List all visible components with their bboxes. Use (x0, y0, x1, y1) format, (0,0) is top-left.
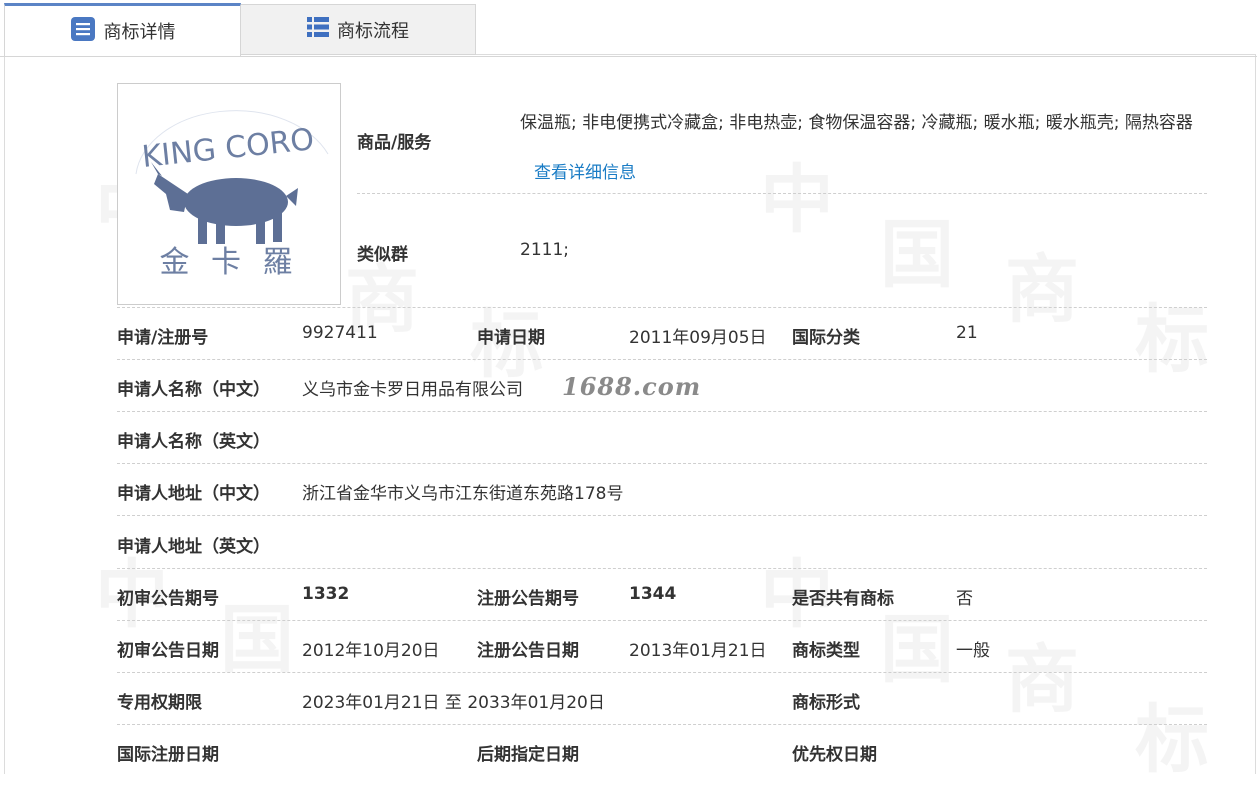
intl-reg-date-label: 国际注册日期 (117, 745, 219, 765)
reg-ann-date-value: 2013年01月21日 (629, 641, 767, 661)
apply-date-label: 申请日期 (477, 328, 545, 348)
shared-label: 是否共有商标 (792, 589, 894, 609)
row-divider (117, 620, 1207, 621)
goods-services-label: 商品/服务 (357, 133, 432, 153)
reg-ann-no-label: 注册公告期号 (477, 589, 579, 609)
tab-trademark-details[interactable]: 商标详情 (4, 3, 241, 56)
view-details-link[interactable]: 查看详细信息 (534, 163, 636, 183)
row-divider (117, 515, 1207, 516)
exclusive-period-label: 专用权期限 (117, 693, 202, 713)
apply-date-value: 2011年09月05日 (629, 328, 767, 348)
applicant-cn-value: 义乌市金卡罗日用品有限公司 (302, 380, 523, 400)
site-watermark: 1688.com (562, 372, 702, 401)
prelim-date-label: 初审公告日期 (117, 641, 219, 661)
tm-form-label: 商标形式 (792, 693, 860, 713)
goods-list: 保温瓶; 非电便携式冷藏盒; 非电热壶; 食物保温容器; 冷藏瓶; 暖水瓶; 暖… (520, 113, 1193, 133)
reg-ann-no-value: 1344 (629, 584, 677, 604)
address-en-label: 申请人地址（英文） (117, 537, 270, 557)
applicant-en-label: 申请人名称（英文） (117, 432, 270, 452)
tab-trademark-process[interactable]: 商标流程 (241, 4, 476, 55)
reg-no-label: 申请/注册号 (117, 328, 209, 348)
intl-class-label: 国际分类 (792, 328, 860, 348)
reg-no-value: 9927411 (302, 323, 378, 343)
applicant-cn-label: 申请人名称（中文） (117, 380, 270, 400)
logo-text-bottom: 金 卡 羅 (159, 245, 298, 280)
goods-services-value: 保温瓶; 非电便携式冷藏盒; 非电热壶; 食物保温容器; 冷藏瓶; 暖水瓶; 暖… (520, 98, 1210, 198)
reg-ann-date-label: 注册公告日期 (477, 641, 579, 661)
row-divider (357, 193, 1207, 194)
later-date-label: 后期指定日期 (477, 745, 579, 765)
similar-group-value: 2111; (520, 240, 569, 260)
row-divider (117, 359, 1207, 360)
tab-label: 商标详情 (103, 22, 176, 43)
priority-date-label: 优先权日期 (792, 745, 877, 765)
row-divider (117, 411, 1207, 412)
prelim-date-value: 2012年10月20日 (302, 641, 440, 661)
row-divider (117, 568, 1207, 569)
exclusive-period-value: 2023年01月21日 至 2033年01月20日 (302, 693, 605, 713)
address-cn-value: 浙江省金华市义乌市江东街道东苑路178号 (302, 484, 624, 504)
tm-type-value: 一般 (956, 641, 990, 661)
row-divider (117, 672, 1207, 673)
trademark-logo-image: KING CORO 金 卡 羅 (117, 83, 341, 305)
prelim-no-label: 初审公告期号 (117, 589, 219, 609)
shared-value: 否 (956, 589, 973, 609)
table-grid-icon (307, 17, 329, 42)
similar-group-label: 类似群 (357, 245, 408, 265)
tm-type-label: 商标类型 (792, 641, 860, 661)
row-divider (117, 463, 1207, 464)
tab-bar: 商标详情 商标流程 (0, 0, 1257, 57)
intl-class-value: 21 (956, 323, 978, 343)
address-cn-label: 申请人地址（中文） (117, 484, 270, 504)
document-list-icon (70, 16, 96, 47)
tab-label: 商标流程 (337, 20, 409, 42)
row-divider (117, 724, 1207, 725)
prelim-no-value: 1332 (302, 584, 350, 604)
row-divider (117, 307, 1207, 308)
